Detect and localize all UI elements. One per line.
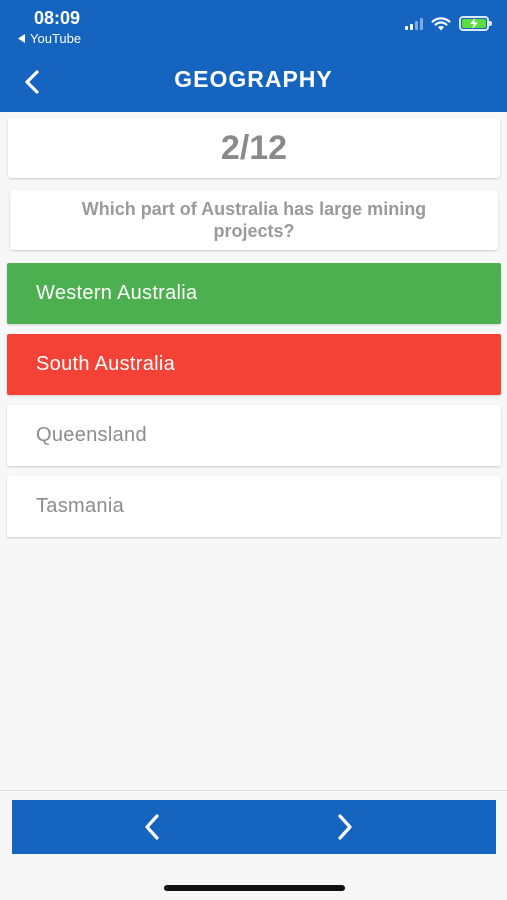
answer-option-wrong[interactable]: South Australia — [7, 334, 501, 395]
status-back-to-app[interactable]: YouTube — [18, 31, 81, 46]
chevron-left-icon — [145, 814, 159, 840]
cellular-signal-icon — [405, 17, 423, 30]
app-header: 08:09 YouTube GEOGRAPHY — [0, 0, 507, 112]
answer-option[interactable]: Queensland — [7, 405, 501, 466]
page-title: GEOGRAPHY — [174, 66, 333, 92]
home-indicator[interactable] — [164, 885, 345, 891]
question-counter: 2/12 — [8, 118, 500, 178]
wifi-icon — [431, 16, 451, 30]
question-text: Which part of Australia has large mining… — [10, 190, 498, 250]
chevron-right-icon — [338, 814, 352, 840]
bottom-divider — [0, 790, 507, 791]
answer-option-label: Queensland — [36, 424, 147, 446]
status-time: 08:09 — [34, 8, 81, 28]
answer-option-label: Western Australia — [36, 282, 198, 304]
bottom-navigation-bar — [12, 800, 496, 854]
answer-option-label: South Australia — [36, 353, 176, 375]
back-triangle-icon — [18, 34, 25, 43]
previous-question-button[interactable] — [122, 800, 182, 854]
answer-option-correct[interactable]: Western Australia — [7, 263, 501, 324]
status-back-app-label: YouTube — [30, 31, 82, 46]
status-indicators — [405, 16, 492, 31]
battery-charging-icon — [459, 16, 492, 31]
answer-option-label: Tasmania — [36, 495, 124, 517]
answer-option[interactable]: Tasmania — [7, 476, 501, 537]
next-question-button[interactable] — [315, 800, 375, 854]
